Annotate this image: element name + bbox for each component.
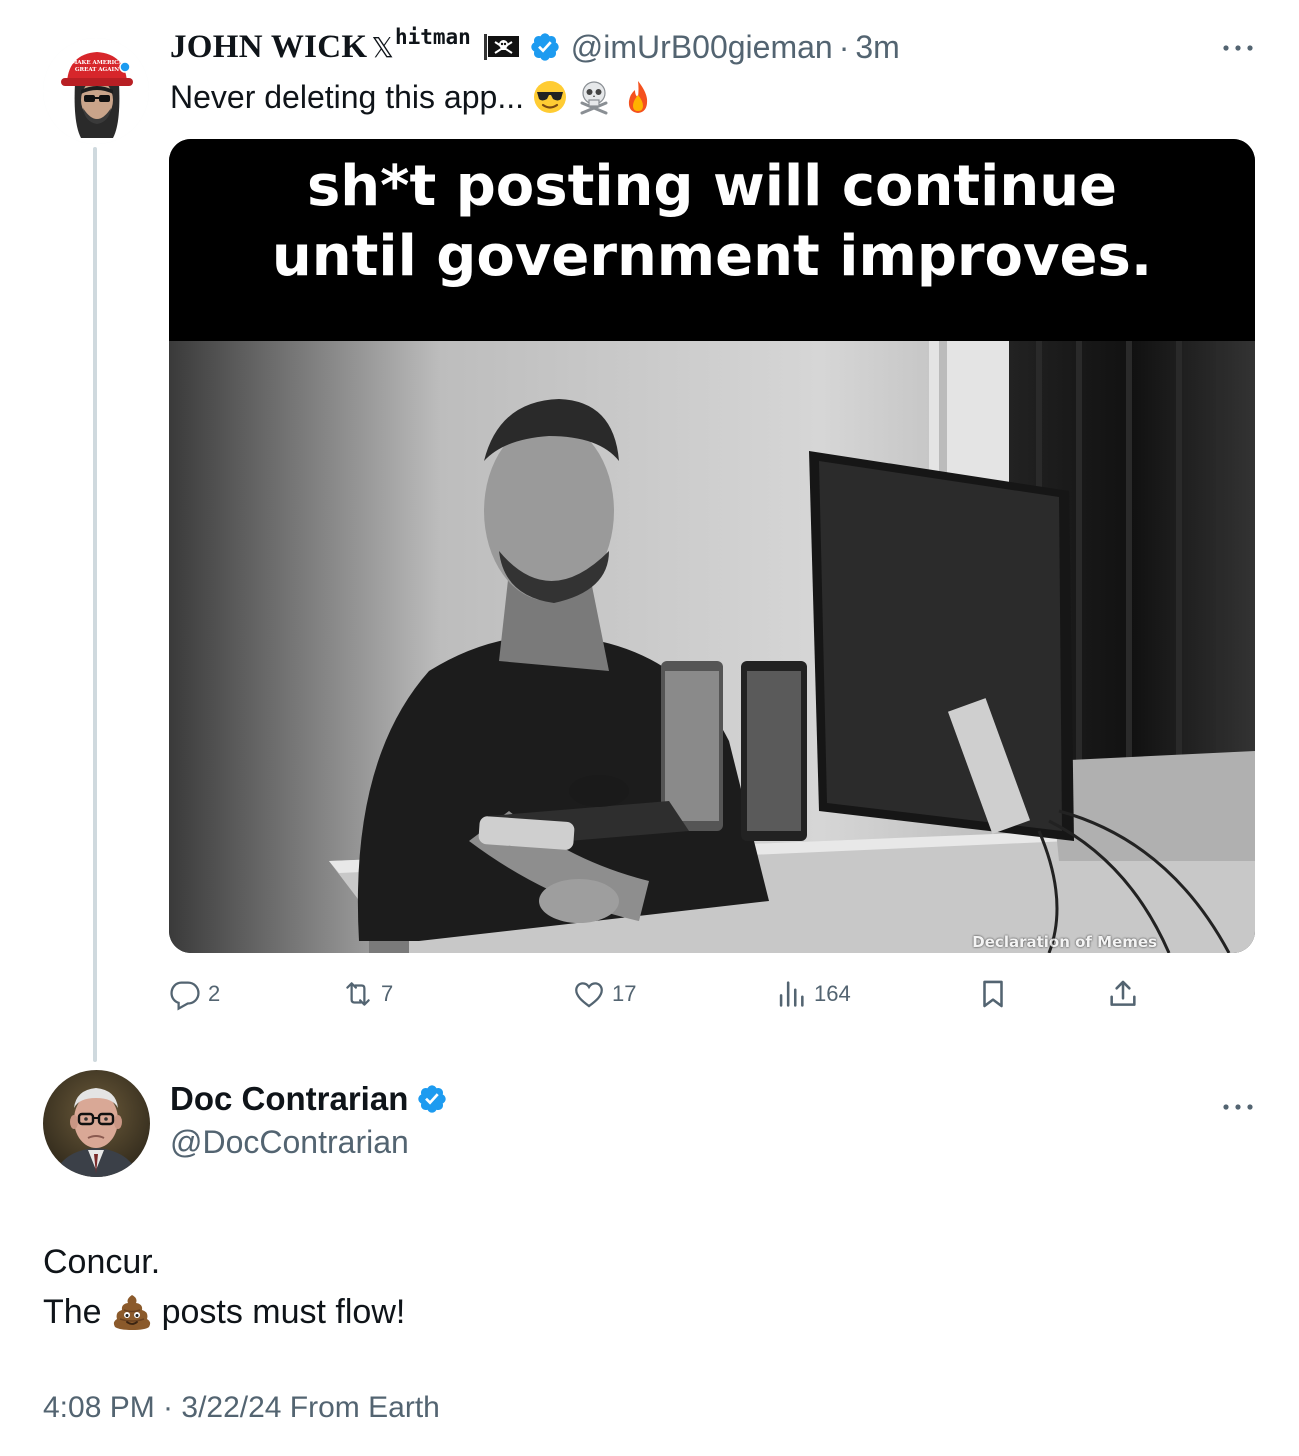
repost-icon	[346, 982, 370, 1006]
thread-connector-line	[93, 147, 97, 1062]
meme-watermark: Declaration of Memes	[972, 933, 1157, 951]
repost-count: 7	[381, 981, 394, 1006]
reply-timestamp[interactable]: 4:08 PM · 3/22/24 From Earth	[43, 1391, 440, 1425]
more-horizontal-icon[interactable]	[1221, 1099, 1255, 1110]
tweet-time[interactable]: 3m	[855, 29, 899, 66]
reply-button[interactable]: 2	[168, 972, 220, 1016]
reply-text: Concur. The posts must flow!	[43, 1237, 405, 1337]
verified-badge-icon	[529, 31, 561, 63]
repost-button[interactable]: 7	[341, 972, 393, 1016]
like-button[interactable]: 17	[572, 972, 636, 1016]
reply-text-after-emoji: posts must flow!	[161, 1293, 406, 1331]
more-horizontal-icon[interactable]	[1221, 40, 1255, 51]
reply-count: 2	[208, 981, 221, 1006]
bookmark-icon	[983, 980, 1003, 1008]
share-icon	[1110, 980, 1136, 1006]
reply-text-line-2: The posts must flow!	[43, 1287, 405, 1337]
views-icon	[779, 981, 804, 1007]
sunglasses-face-icon	[532, 79, 568, 115]
pile-of-poo-icon	[112, 1292, 152, 1332]
share-button[interactable]	[1106, 972, 1140, 1016]
views-count: 164	[814, 981, 851, 1006]
separator-dot: ·	[838, 28, 850, 65]
tweet-action-bar: 2 7 17 164	[168, 972, 1168, 1016]
x-glyph: 𝕏	[371, 30, 394, 64]
author-name[interactable]: JOHN WICK	[170, 29, 367, 66]
views-button[interactable]: 164	[774, 972, 851, 1016]
author-avatar[interactable]: MAKE AMERICA GREAT AGAIN	[43, 38, 149, 144]
reply-text-line-1: Concur.	[43, 1243, 161, 1281]
pirate-flag-icon	[483, 34, 521, 60]
tweet-text: Never deleting this app...	[170, 74, 656, 120]
like-count: 17	[612, 981, 637, 1006]
tweet-media-image[interactable]: sh*t posting will continue until governm…	[169, 139, 1255, 953]
meme-caption-line-2: until government improves.	[271, 224, 1153, 289]
reply-author-name-row: Doc Contrarian	[170, 1080, 448, 1118]
meme-caption-line-1: sh*t posting will continue	[306, 154, 1118, 219]
author-name-suffix: hitman	[394, 25, 471, 49]
tweet-header: JOHN WICK 𝕏 hitman @imUrB00gieman · 3m	[170, 22, 900, 72]
reply-author-name[interactable]: Doc Contrarian	[170, 1080, 408, 1118]
skull-crossbones-icon	[576, 79, 612, 115]
reply-text-before-emoji: The	[43, 1293, 102, 1331]
fire-icon	[620, 79, 656, 115]
hat-text-1: MAKE AMERICA	[71, 60, 123, 66]
reply-author-avatar[interactable]	[43, 1070, 150, 1177]
author-handle[interactable]: @imUrB00gieman	[571, 29, 833, 66]
reply-author-handle[interactable]: @DocContrarian	[170, 1124, 409, 1161]
tweet-thread: MAKE AMERICA GREAT AGAIN JOHN WICK 𝕏 hit…	[0, 0, 1299, 1456]
meme-caption: sh*t posting will continue until governm…	[169, 139, 1255, 341]
verified-badge-icon	[416, 1083, 448, 1115]
avatar-image: MAKE AMERICA GREAT AGAIN	[43, 38, 149, 144]
heart-icon	[575, 982, 603, 1008]
reply-avatar-image	[43, 1070, 150, 1177]
tweet-text-content: Never deleting this app...	[170, 78, 524, 115]
hat-text-2: GREAT AGAIN	[75, 67, 119, 73]
reply-icon	[170, 981, 200, 1011]
meme-photo	[169, 341, 1255, 953]
bookmark-button[interactable]	[976, 972, 1010, 1016]
